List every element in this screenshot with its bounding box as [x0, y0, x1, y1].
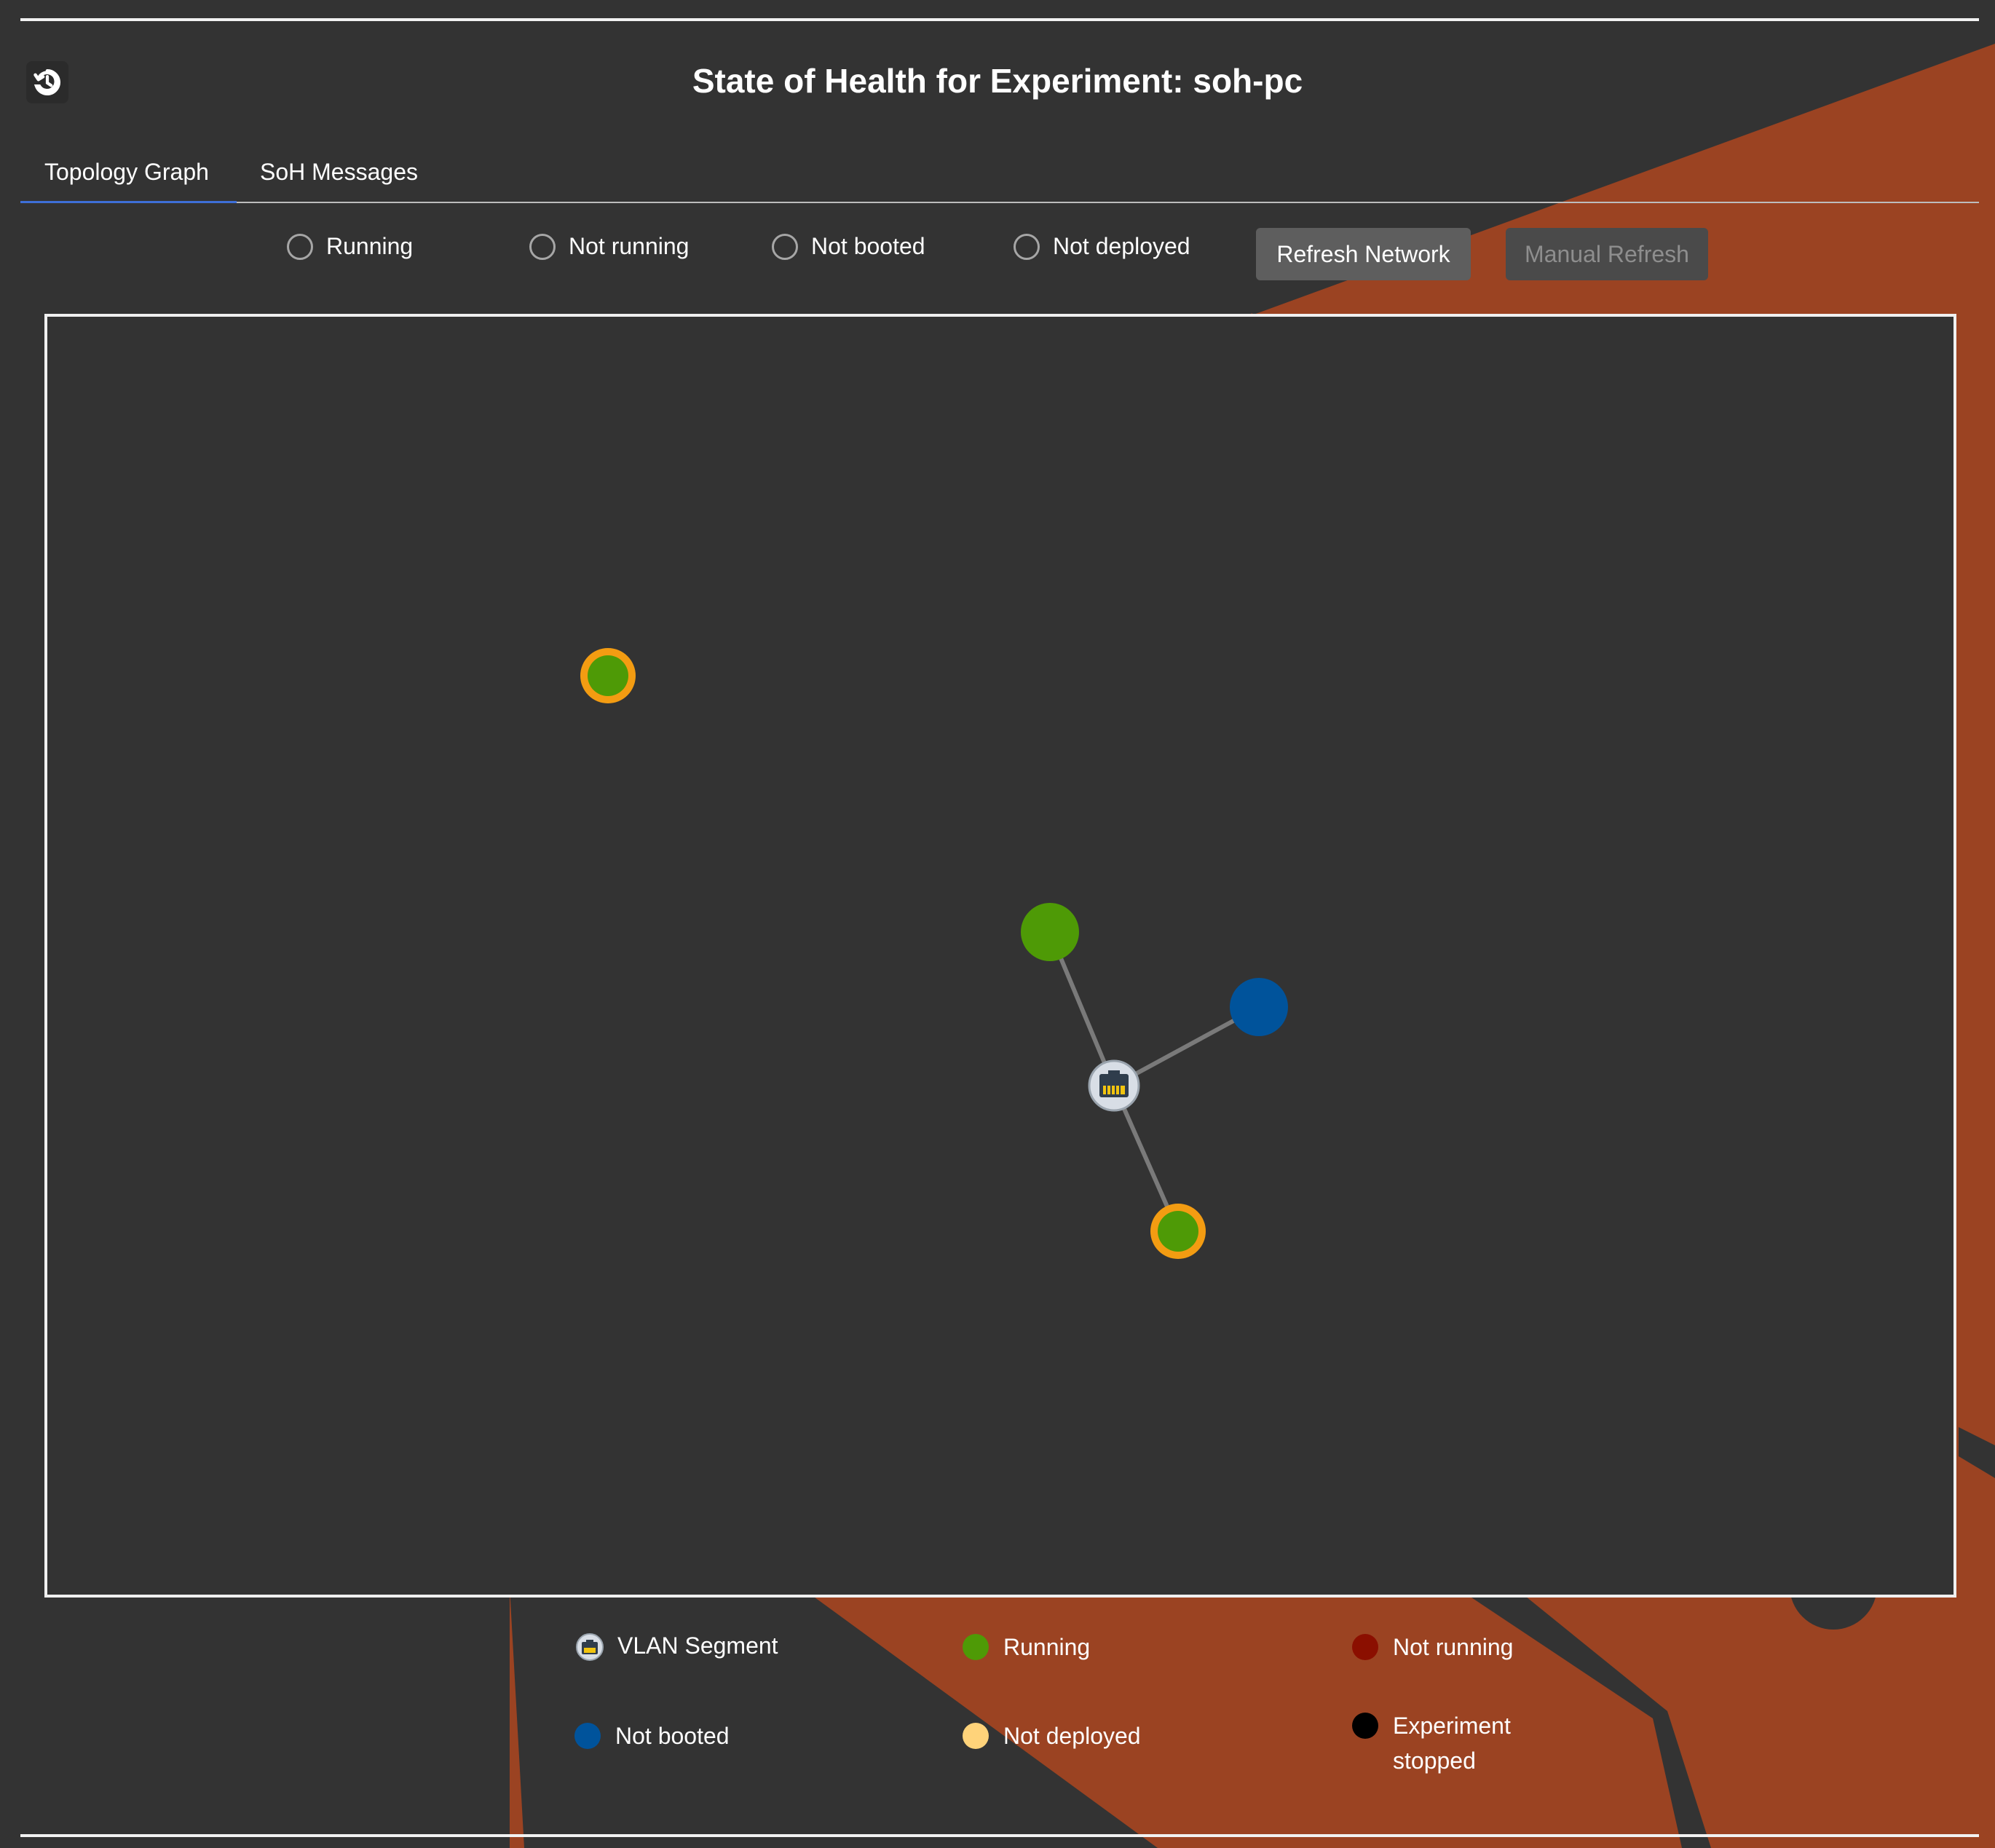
tab-topology-graph[interactable]: Topology Graph — [44, 159, 209, 186]
graph-node-not-booted[interactable] — [1230, 978, 1288, 1036]
status-filter-bar: Running Not running Not booted Not deplo… — [0, 226, 1995, 284]
legend-not-deployed-label: Not deployed — [1003, 1723, 1141, 1749]
active-tab-indicator — [20, 201, 237, 203]
vlan-segment-node[interactable] — [1088, 1059, 1140, 1112]
radio-not-deployed[interactable] — [1014, 233, 1040, 260]
running-swatch — [963, 1634, 989, 1660]
legend-not-running-label: Not running — [1393, 1634, 1514, 1660]
vlan-segment-icon — [576, 1633, 604, 1661]
filter-not-booted[interactable]: Not booted — [772, 233, 925, 260]
legend-not-booted-label: Not booted — [615, 1723, 730, 1749]
filter-not-running-label: Not running — [569, 233, 690, 259]
not-booted-swatch — [574, 1723, 601, 1749]
graph-node-running-highlighted[interactable] — [580, 648, 636, 703]
graph-node-running[interactable] — [1021, 903, 1079, 961]
filter-not-running[interactable]: Not running — [529, 233, 689, 260]
legend-experiment-stopped: Experiment stopped — [1352, 1713, 1531, 1778]
radio-not-running[interactable] — [529, 233, 556, 260]
tab-bar: Topology Graph SoH Messages — [20, 153, 1979, 204]
topology-graph-svg — [580, 648, 1288, 1259]
page: State of Health for Experiment: soh-pc T… — [0, 0, 1995, 1848]
filter-running[interactable]: Running — [287, 233, 413, 260]
legend-running: Running — [963, 1634, 1090, 1665]
legend-not-booted: Not booted — [574, 1723, 730, 1753]
status-legend: VLAN Segment Running Not running Not boo… — [0, 1624, 1995, 1791]
bottom-divider — [20, 1834, 1979, 1837]
radio-not-booted[interactable] — [772, 233, 798, 260]
refresh-network-button[interactable]: Refresh Network — [1256, 228, 1471, 280]
graph-node-running-highlighted-2[interactable] — [1150, 1204, 1206, 1259]
legend-not-running: Not running — [1352, 1634, 1513, 1665]
not-deployed-swatch — [963, 1723, 989, 1749]
top-divider — [20, 18, 1979, 21]
ethernet-port-icon — [1099, 1070, 1129, 1097]
manual-refresh-button[interactable]: Manual Refresh — [1506, 228, 1708, 280]
filter-not-deployed-label: Not deployed — [1053, 233, 1190, 259]
legend-vlan-segment-label: VLAN Segment — [617, 1632, 778, 1659]
tab-bar-rule — [20, 202, 1979, 203]
legend-vlan-segment: VLAN Segment — [575, 1632, 778, 1663]
topology-graph-canvas[interactable] — [44, 314, 1956, 1598]
filter-not-deployed[interactable]: Not deployed — [1014, 233, 1190, 260]
experiment-stopped-swatch — [1352, 1713, 1378, 1739]
legend-running-label: Running — [1003, 1634, 1091, 1660]
filter-running-label: Running — [326, 233, 414, 259]
page-title: State of Health for Experiment: soh-pc — [692, 62, 1303, 100]
radio-running[interactable] — [287, 233, 313, 260]
not-running-swatch — [1352, 1634, 1378, 1660]
tab-soh-messages[interactable]: SoH Messages — [260, 159, 418, 186]
legend-experiment-stopped-label: Experiment stopped — [1393, 1713, 1511, 1774]
legend-not-deployed: Not deployed — [963, 1723, 1141, 1753]
filter-not-booted-label: Not booted — [811, 233, 925, 259]
